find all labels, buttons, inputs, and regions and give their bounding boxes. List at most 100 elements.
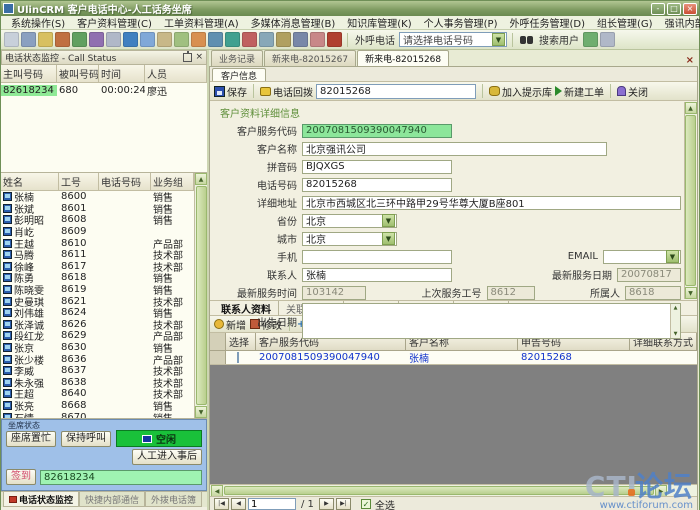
search-user-button[interactable]: 搜索用户: [539, 32, 579, 47]
menu-item[interactable]: 个人事务管理(P): [418, 15, 504, 30]
contact-row[interactable]: 2007081509390047940张楠82015268: [210, 351, 697, 365]
chevron-down-icon[interactable]: ▼: [382, 214, 395, 227]
province-select[interactable]: 北京 ▼: [302, 214, 397, 228]
scroll-thumb[interactable]: [224, 486, 654, 495]
add-user-icon[interactable]: [72, 32, 87, 47]
settings-icon[interactable]: [106, 32, 121, 47]
scroll-thumb[interactable]: [196, 186, 207, 405]
open-icon[interactable]: [38, 32, 53, 47]
cell: 82015268: [518, 352, 630, 363]
tool-extra-icon[interactable]: [600, 32, 615, 47]
minimize-button[interactable]: -: [651, 3, 665, 15]
next-page-button[interactable]: ▶: [319, 498, 334, 510]
panel-close-icon[interactable]: ×: [195, 53, 203, 62]
form-scrollbar[interactable]: ▲ ▼: [684, 102, 696, 299]
left-tab-1[interactable]: 快捷内部通信: [79, 492, 145, 507]
pinyin-field[interactable]: [302, 160, 452, 174]
note-icon[interactable]: [174, 32, 189, 47]
close-session-button[interactable]: 关闭: [617, 84, 648, 99]
session-tab-0[interactable]: 业务记录: [211, 50, 263, 66]
staff-scrollbar[interactable]: ▲ ▼: [194, 173, 207, 418]
report-icon[interactable]: [140, 32, 155, 47]
checkin-number-field[interactable]: [40, 470, 202, 485]
row-selector[interactable]: [210, 351, 226, 364]
service-code-field[interactable]: [302, 124, 452, 138]
staff-row[interactable]: 石情8670销售: [1, 411, 194, 418]
tab-customer-info[interactable]: 客户信息: [212, 68, 266, 81]
status-icon[interactable]: [583, 32, 598, 47]
scroll-up-icon[interactable]: ▲: [195, 173, 207, 185]
menu-item[interactable]: 客户资料管理(C): [71, 15, 158, 30]
left-tab-2[interactable]: 外拨电话簿: [145, 492, 202, 507]
new-icon[interactable]: [4, 32, 19, 47]
manual-afterwork-button[interactable]: 人工进入事后: [132, 449, 202, 465]
chevron-down-icon[interactable]: ▼: [492, 33, 505, 46]
user-icon[interactable]: [55, 32, 70, 47]
search-icon[interactable]: [123, 32, 138, 47]
maximize-button[interactable]: □: [667, 3, 681, 15]
horizontal-scrollbar[interactable]: ◀ ▶: [210, 484, 697, 496]
set-busy-button[interactable]: 座席置忙: [6, 431, 56, 447]
close-button[interactable]: ×: [683, 3, 697, 15]
column-header: 时间: [99, 65, 145, 82]
checkin-button[interactable]: 签到: [6, 469, 36, 485]
select-all-checkbox[interactable]: ✓: [361, 499, 371, 509]
callback-button[interactable]: 电话回拨: [260, 84, 313, 99]
new-workorder-button[interactable]: 新建工单: [555, 84, 604, 99]
chart-icon[interactable]: [191, 32, 206, 47]
agent-icon: [3, 331, 12, 340]
row-checkbox[interactable]: [237, 352, 239, 363]
city-select[interactable]: 北京 ▼: [302, 232, 397, 246]
menu-item[interactable]: 工单资料管理(A): [158, 15, 245, 30]
call-row[interactable]: 8261823468000:00:24廖迅: [1, 83, 207, 98]
menu-item[interactable]: 组长管理(G): [591, 15, 659, 30]
phone-number-select[interactable]: 请选择电话号码 ▼: [399, 32, 507, 47]
session-tab-1[interactable]: 新来电-82015267: [264, 50, 356, 66]
pin-icon[interactable]: [183, 53, 192, 62]
refresh-icon[interactable]: [276, 32, 291, 47]
scroll-thumb[interactable]: [685, 115, 696, 286]
contact-icon[interactable]: [242, 32, 257, 47]
customer-name-field[interactable]: [302, 142, 607, 156]
hold-call-button[interactable]: 保持呼叫: [61, 431, 111, 447]
menu-item[interactable]: 多媒体消息管理(B): [245, 15, 342, 30]
first-page-button[interactable]: |◀: [214, 498, 229, 510]
tabstrip-close-icon[interactable]: ×: [683, 55, 697, 66]
page-number-input[interactable]: [248, 498, 296, 510]
add-tip-button[interactable]: 加入提示库: [489, 84, 552, 99]
print-icon[interactable]: [293, 32, 308, 47]
phone-number-field[interactable]: [302, 178, 452, 192]
scroll-right-icon[interactable]: ▶: [655, 485, 667, 497]
session-tab-2[interactable]: 新来电-82015268: [357, 50, 449, 66]
search-user-icon[interactable]: [520, 36, 533, 44]
contact-field[interactable]: [302, 268, 452, 282]
scroll-down-icon[interactable]: ▼: [685, 287, 697, 299]
chevron-down-icon[interactable]: ▼: [382, 232, 395, 245]
scroll-up-icon[interactable]: ▲: [685, 102, 697, 114]
menu-item[interactable]: 知识库管理(K): [341, 15, 417, 30]
link-icon[interactable]: [89, 32, 104, 47]
menu-item[interactable]: 系统操作(S): [5, 15, 71, 30]
message-icon[interactable]: [310, 32, 325, 47]
prev-page-button[interactable]: ◀: [231, 498, 246, 510]
phone-icon[interactable]: [327, 32, 342, 47]
chevron-down-icon[interactable]: ▼: [666, 250, 679, 263]
birthday-field[interactable]: ▲▼: [302, 303, 681, 339]
menu-item[interactable]: 强讯内部管理(Q): [659, 15, 700, 30]
callback-number-field[interactable]: [316, 84, 476, 99]
globe-icon[interactable]: [225, 32, 240, 47]
save-button[interactable]: 保存: [214, 84, 247, 99]
scroll-down-icon[interactable]: ▼: [195, 406, 207, 418]
email-select[interactable]: ▼: [603, 250, 681, 264]
field-scrollbar[interactable]: ▲▼: [670, 304, 680, 338]
mail-icon[interactable]: [208, 32, 223, 47]
detail-icon[interactable]: [157, 32, 172, 47]
cut-icon[interactable]: [21, 32, 36, 47]
scroll-left-icon[interactable]: ◀: [211, 485, 223, 497]
group-icon[interactable]: [259, 32, 274, 47]
left-tab-0[interactable]: 电话状态监控: [3, 492, 79, 507]
address-field[interactable]: [302, 196, 681, 210]
menu-item[interactable]: 外呼任务管理(D): [504, 15, 592, 30]
last-page-button[interactable]: ▶|: [336, 498, 351, 510]
mobile-field[interactable]: [302, 250, 452, 264]
